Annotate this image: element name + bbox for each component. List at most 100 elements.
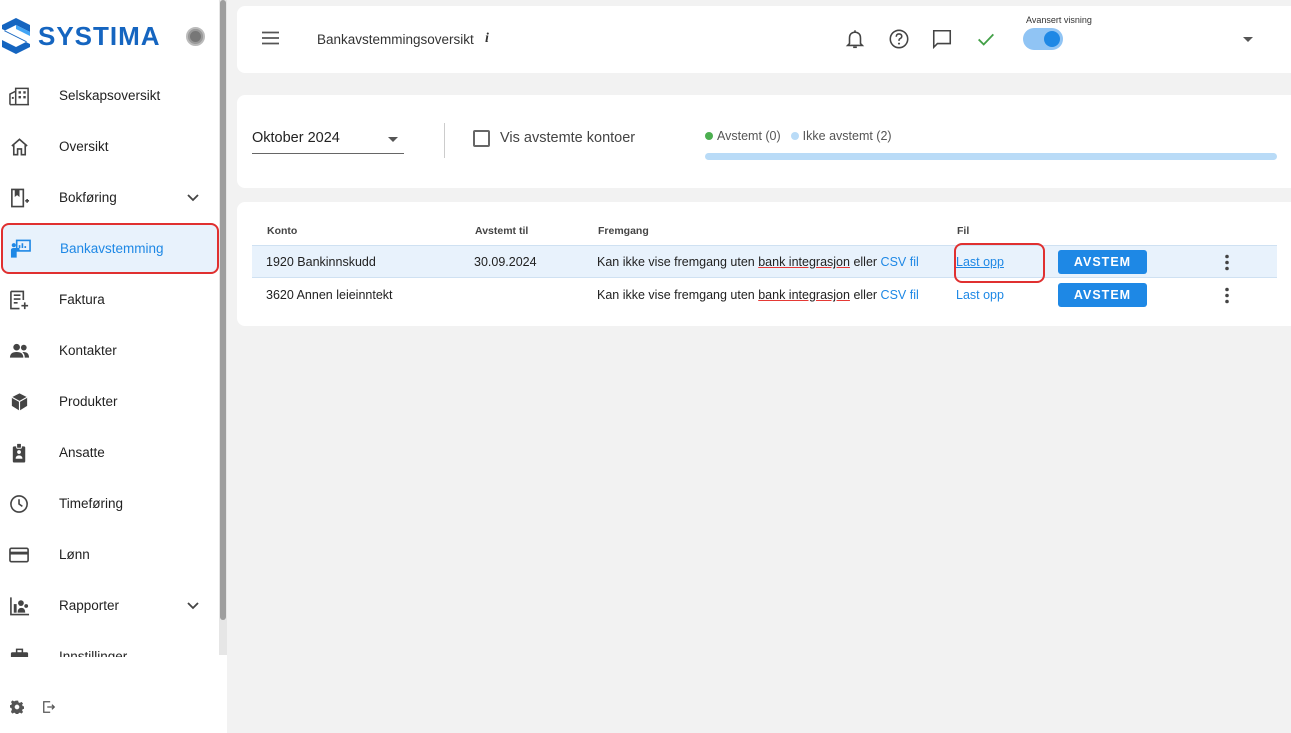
- sidebar-scrollbar-thumb[interactable]: [220, 0, 226, 620]
- sidebar-item-label: Rapporter: [59, 598, 120, 613]
- app-logo[interactable]: SYSTIMA: [0, 14, 161, 58]
- reconcile-progress-bar: [705, 153, 1277, 160]
- chevron-down-icon[interactable]: [186, 601, 200, 611]
- show-reconciled-checkbox[interactable]: [473, 130, 490, 147]
- progress-text: Kan ikke vise fremgang uten: [597, 255, 755, 269]
- light-blue-dot-icon: [790, 132, 799, 140]
- sidebar-item-bankavstemming[interactable]: Bankavstemming: [1, 223, 219, 274]
- account-cell: 3620 Annen leieinntekt: [266, 288, 393, 302]
- sidebar-item-faktura[interactable]: Faktura: [0, 274, 220, 325]
- chevron-down-icon[interactable]: [186, 193, 200, 203]
- help-icon[interactable]: [888, 28, 910, 50]
- legend-reconciled: Avstemt (0): [705, 129, 781, 143]
- employee-badge-icon: [12, 443, 26, 463]
- reports-icon: [10, 597, 30, 616]
- progress-text: Kan ikke vise fremgang uten: [597, 288, 755, 302]
- csv-file-link[interactable]: CSV fil: [881, 255, 919, 269]
- sidebar-item-timeforing[interactable]: Timeføring: [0, 478, 220, 529]
- sidebar-item-selskapsoversikt[interactable]: Selskapsoversikt: [0, 70, 220, 121]
- legend-not-reconciled-label: Ikke avstemt (2): [802, 129, 892, 143]
- green-dot-icon: [705, 132, 713, 140]
- sidebar-item-produkter[interactable]: Produkter: [0, 376, 220, 427]
- ledger-icon: [11, 188, 30, 208]
- sidebar-item-bokforing[interactable]: Bokføring: [0, 172, 220, 223]
- column-header-avstemt-til: Avstemt til: [475, 225, 529, 237]
- sidebar-item-kontakter[interactable]: Kontakter: [0, 325, 220, 376]
- csv-file-link[interactable]: CSV fil: [881, 288, 919, 302]
- building-icon: [9, 87, 30, 106]
- toggle-knob: [1044, 31, 1060, 47]
- period-value: Oktober 2024: [252, 130, 340, 146]
- status-indicator[interactable]: [186, 27, 205, 46]
- table-row[interactable]: 3620 Annen leieinntekt Kan ikke vise fre…: [252, 279, 1277, 312]
- chevron-down-icon[interactable]: [1243, 37, 1253, 42]
- sidebar-item-oversikt[interactable]: Oversikt: [0, 121, 220, 172]
- page-title: Bankavstemmingsoversikt: [317, 32, 474, 47]
- sidebar-item-label: Selskapsoversikt: [59, 88, 161, 103]
- upload-link[interactable]: Last opp: [956, 288, 1004, 302]
- card-icon: [9, 547, 29, 563]
- column-header-konto: Konto: [267, 225, 298, 237]
- legend-reconciled-label: Avstemt (0): [717, 129, 781, 143]
- chat-icon[interactable]: [931, 28, 953, 50]
- upload-link[interactable]: Last opp: [956, 255, 1004, 269]
- logout-icon[interactable]: [42, 700, 56, 714]
- sidebar-item-label: Faktura: [59, 292, 105, 307]
- reconcile-legend: Avstemt (0) Ikke avstemt (2): [705, 129, 892, 143]
- product-box-icon: [11, 393, 28, 411]
- sidebar-nav: Selskapsoversikt Oversikt Bokføring Bank…: [0, 70, 220, 657]
- hamburger-menu-icon[interactable]: [262, 31, 279, 45]
- more-vert-icon[interactable]: [1224, 287, 1230, 304]
- sidebar-item-label: Innstillinger: [59, 649, 128, 657]
- sidebar-item-label: Bokføring: [59, 190, 117, 205]
- bank-reconcile-icon: [10, 239, 31, 258]
- progress-or-text: eller: [853, 255, 878, 269]
- checkmark-icon[interactable]: [975, 28, 997, 50]
- clock-icon: [10, 495, 28, 513]
- advanced-view-toggle[interactable]: [1023, 28, 1063, 50]
- progress-or-text: eller: [853, 288, 878, 302]
- period-select[interactable]: Oktober 2024: [252, 125, 404, 154]
- account-cell: 1920 Bankinnskudd: [266, 255, 376, 269]
- systima-logo-icon: [2, 18, 30, 54]
- bank-integration-text[interactable]: bank integrasjon: [758, 255, 850, 269]
- divider: [444, 123, 445, 158]
- bank-integration-text[interactable]: bank integrasjon: [758, 288, 850, 302]
- progress-cell: Kan ikke vise fremgang uten bank integra…: [597, 288, 919, 302]
- sidebar-item-ansatte[interactable]: Ansatte: [0, 427, 220, 478]
- reconciled-to-cell: 30.09.2024: [474, 255, 537, 269]
- sidebar-item-innstillinger[interactable]: Innstillinger: [0, 631, 220, 657]
- advanced-view-label: Avansert visning: [1026, 15, 1092, 25]
- invoice-icon: [10, 290, 29, 310]
- sidebar-item-label: Timeføring: [59, 496, 124, 511]
- sidebar-item-label: Produkter: [59, 394, 118, 409]
- sidebar-item-label: Ansatte: [59, 445, 105, 460]
- home-icon: [11, 138, 28, 156]
- legend-not-reconciled: Ikke avstemt (2): [790, 129, 892, 143]
- sidebar-item-label: Bankavstemming: [60, 241, 164, 256]
- top-bar: Bankavstemmingsoversikt i Avansert visni…: [237, 6, 1291, 73]
- accounts-table: Konto Avstemt til Fremgang Fil 1920 Bank…: [237, 202, 1291, 326]
- gear-icon[interactable]: [10, 700, 24, 714]
- column-header-fremgang: Fremgang: [598, 225, 649, 237]
- more-vert-icon[interactable]: [1224, 254, 1230, 271]
- sidebar-item-label: Kontakter: [59, 343, 117, 358]
- info-icon[interactable]: i: [485, 31, 489, 47]
- sidebar-item-rapporter[interactable]: Rapporter: [0, 580, 220, 631]
- contacts-icon: [9, 343, 30, 358]
- show-reconciled-label[interactable]: Vis avstemte kontoer: [500, 130, 635, 146]
- app-name: SYSTIMA: [38, 20, 161, 51]
- notification-bell-icon[interactable]: [844, 28, 866, 50]
- sidebar-footer: [10, 700, 56, 714]
- filter-panel: Oktober 2024 Vis avstemte kontoer Avstem…: [237, 95, 1291, 188]
- column-header-fil: Fil: [957, 225, 970, 237]
- sidebar-item-label: Oversikt: [59, 139, 109, 154]
- sidebar-item-label: Lønn: [59, 547, 90, 562]
- sidebar-item-lonn[interactable]: Lønn: [0, 529, 220, 580]
- reconcile-button[interactable]: AVSTEM: [1058, 250, 1147, 274]
- sidebar: SYSTIMA Selskapsoversikt Oversikt Bokfør…: [0, 0, 227, 733]
- caret-down-icon: [388, 137, 398, 142]
- table-row[interactable]: 1920 Bankinnskudd 30.09.2024 Kan ikke vi…: [252, 243, 1277, 283]
- settings-briefcase-icon: [10, 648, 29, 657]
- reconcile-button[interactable]: AVSTEM: [1058, 283, 1147, 307]
